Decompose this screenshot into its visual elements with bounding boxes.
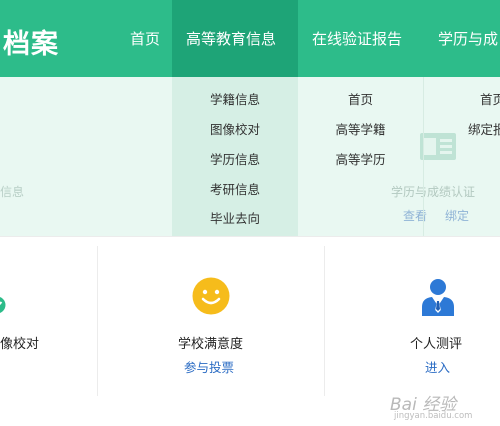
background-label: 信息 bbox=[0, 185, 25, 199]
vote-link[interactable]: 参与投票 bbox=[184, 357, 234, 376]
card-image-check-title[interactable]: 像校对 bbox=[0, 333, 39, 352]
menu-item-verification-home[interactable]: 首页 bbox=[298, 89, 423, 108]
nav-home[interactable]: 首页 bbox=[130, 0, 160, 77]
menu-item-enrollment-info[interactable]: 学籍信息 bbox=[172, 89, 298, 108]
dropdown-column-student-records: 学籍信息 图像校对 学历信息 考研信息 毕业去向 bbox=[172, 77, 298, 236]
enter-assessment-link[interactable]: 进入 bbox=[425, 357, 450, 376]
smiley-face-icon bbox=[192, 277, 230, 315]
menu-item-postgrad-exam-info[interactable]: 考研信息 bbox=[172, 179, 298, 198]
nav-higher-education-info[interactable]: 高等教育信息 bbox=[172, 0, 298, 77]
card-personal-assessment-title: 个人测评 bbox=[410, 337, 463, 352]
baidu-jingyan-watermark: Bai 经验 jingyan.baidu.com bbox=[390, 390, 495, 424]
menu-item-degree-info[interactable]: 学历信息 bbox=[172, 149, 298, 168]
person-suit-icon bbox=[422, 279, 454, 316]
nav-dropdown-panel: 信息 学历与成绩认证 查看 绑定 学籍信息 图像校对 学历信息 考研信息 毕业去… bbox=[0, 77, 500, 236]
menu-item-higher-enrollment[interactable]: 高等学籍 bbox=[298, 119, 423, 138]
card-school-satisfaction-title: 学校满意度 bbox=[178, 337, 244, 352]
menu-item-bind-report[interactable]: 绑定报 bbox=[468, 119, 500, 138]
check-circle-icon bbox=[0, 297, 6, 313]
menu-item-image-check[interactable]: 图像校对 bbox=[172, 119, 298, 138]
menu-item-degree-home[interactable]: 首页 bbox=[480, 89, 500, 108]
menu-item-higher-degree[interactable]: 高等学历 bbox=[298, 149, 423, 168]
nav-online-verification-report[interactable]: 在线验证报告 bbox=[312, 0, 402, 77]
watermark-url: jingyan.baidu.com bbox=[394, 411, 473, 421]
card-divider bbox=[97, 246, 98, 396]
menu-item-graduate-destination[interactable]: 毕业去向 bbox=[172, 208, 298, 227]
site-brand-title: 档案 bbox=[3, 29, 59, 60]
dropdown-column-degree-grades: 首页 绑定报 bbox=[424, 77, 500, 236]
nav-degree-and-grades[interactable]: 学历与成 bbox=[438, 0, 498, 77]
dropdown-column-verification: 首页 高等学籍 高等学历 bbox=[298, 77, 424, 236]
top-nav-bar: 档案 首页 高等教育信息 在线验证报告 学历与成 bbox=[0, 0, 500, 77]
card-divider bbox=[324, 246, 325, 396]
